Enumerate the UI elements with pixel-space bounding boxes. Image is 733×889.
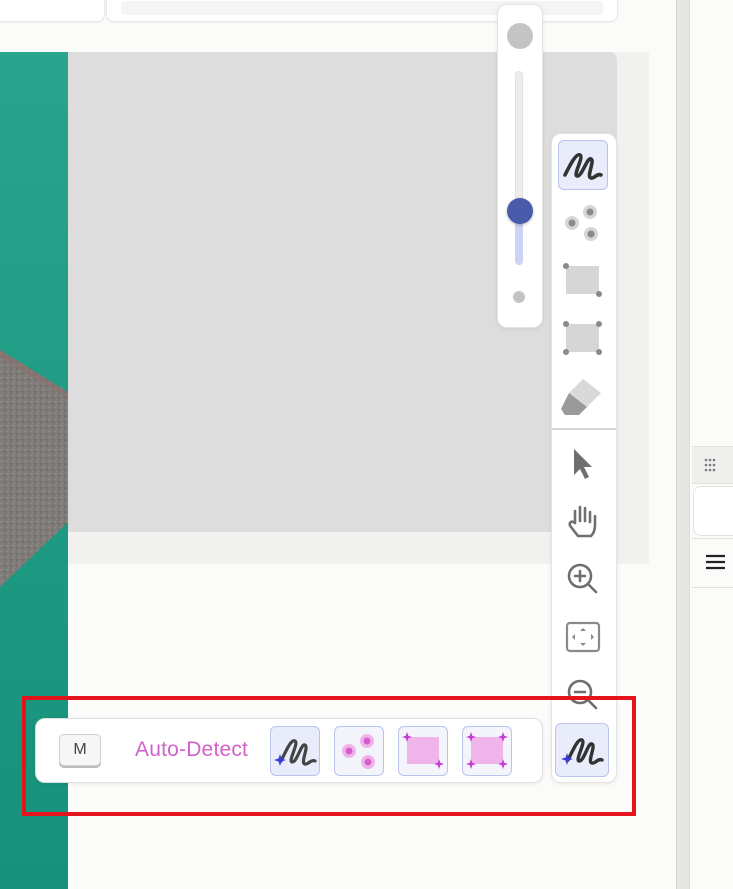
auto-detect-label: Auto-Detect [135,738,249,761]
zoom-in-icon [561,557,605,601]
drag-grip-icon[interactable] [692,446,733,484]
right-side-panel [689,0,733,889]
box-icon [561,259,605,303]
zoom-out-tool-button[interactable] [558,670,608,720]
ai-freehand-icon [559,728,605,772]
ai-box-icon [401,729,445,773]
eraser-tool-button[interactable] [558,372,608,422]
ai-points-icon [337,729,381,773]
ai-freehand-icon [272,729,318,773]
ai-polygon-tool-button[interactable] [462,726,512,776]
box-tool-button[interactable] [558,256,608,306]
cursor-arrow-icon [561,441,605,485]
hand-icon [561,499,605,543]
menu-icon[interactable] [692,538,733,588]
brush-size-slider[interactable] [497,4,543,328]
annotation-toolbar [551,133,617,783]
eraser-icon [561,375,605,419]
size-large-indicator [507,23,533,49]
slider-knob[interactable] [507,197,533,224]
ai-box-tool-button[interactable] [398,726,448,776]
zoom-in-tool-button[interactable] [558,554,608,604]
polygon-icon [561,317,605,361]
points-icon [561,201,605,245]
ai-freehand-tool-button[interactable] [270,726,320,776]
panel-tab[interactable] [693,486,733,536]
polygon-tool-button[interactable] [558,314,608,364]
freehand-scribble-icon [560,143,606,187]
shortcut-key-m: M [59,734,101,766]
ai-points-tool-button[interactable] [334,726,384,776]
auto-detect-toggle-button[interactable] [555,723,609,777]
size-small-indicator [513,291,525,303]
fit-screen-tool-button[interactable] [558,612,608,662]
points-tool-button[interactable] [558,198,608,248]
freehand-tool-button[interactable] [558,140,608,190]
select-tool-button[interactable] [558,438,608,488]
toolbar-divider [552,428,616,430]
zoom-out-icon [561,673,605,717]
pan-tool-button[interactable] [558,496,608,546]
ai-polygon-icon [465,729,509,773]
fit-screen-icon [561,615,605,659]
top-card-left [0,0,105,22]
auto-detect-bar: M Auto-Detect [35,718,543,783]
panel-resize-rail[interactable] [676,0,689,889]
